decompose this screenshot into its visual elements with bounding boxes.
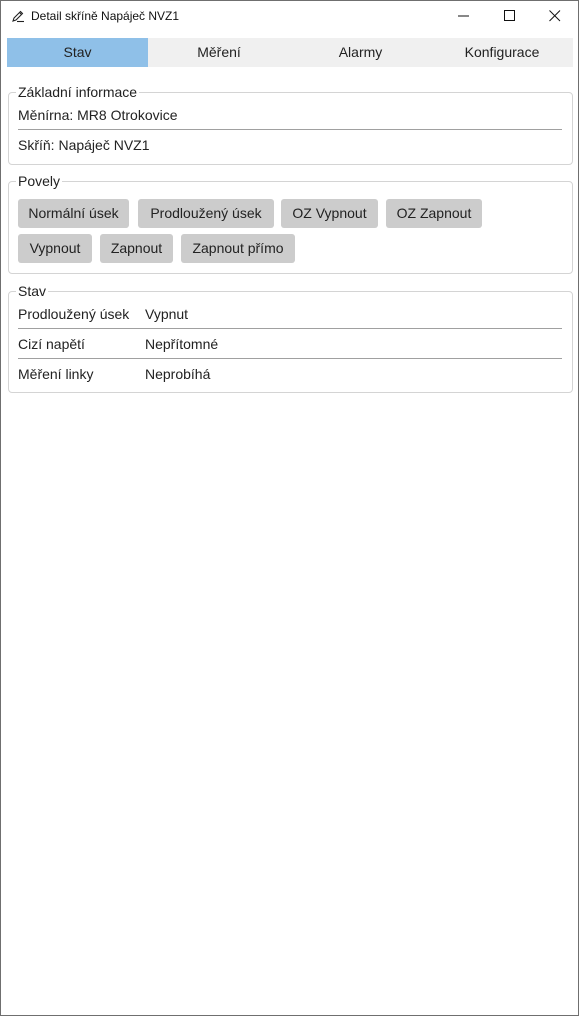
switch-on-button[interactable]: Zapnout (100, 234, 173, 263)
close-icon (549, 10, 561, 22)
maximize-icon (504, 10, 515, 21)
tab-alarmy[interactable]: Alarmy (290, 38, 431, 67)
state-legend: Stav (18, 283, 47, 299)
maximize-button[interactable] (487, 1, 533, 31)
tab-konfigurace[interactable]: Konfigurace (431, 38, 573, 67)
pen-edit-icon (11, 9, 25, 23)
cabinet-label: Skříň: Napáječ NVZ1 (18, 137, 150, 153)
basic-info-legend: Základní informace (18, 84, 138, 100)
tab-stav[interactable]: Stav (7, 38, 148, 67)
substation-label: Měnírna: MR8 Otrokovice (18, 107, 178, 123)
extended-section-button[interactable]: Prodloužený úsek (138, 199, 274, 228)
basic-info-group: Základní informace (8, 85, 573, 165)
state-row-value: Vypnut (145, 306, 189, 322)
normal-section-button[interactable]: Normální úsek (18, 199, 129, 228)
divider (18, 328, 562, 329)
title-bar[interactable]: Detail skříně Napáječ NVZ1 (1, 1, 578, 31)
state-row-label: Cizí napětí (18, 336, 85, 352)
state-row-label: Měření linky (18, 366, 94, 382)
state-row-value: Neprobíhá (145, 366, 211, 382)
divider (18, 358, 562, 359)
switch-on-direct-button[interactable]: Zapnout přímo (181, 234, 295, 263)
switch-off-button[interactable]: Vypnout (18, 234, 92, 263)
tab-bar: Stav Měření Alarmy Konfigurace (7, 38, 573, 67)
close-button[interactable] (532, 1, 578, 31)
state-row-label: Prodloužený úsek (18, 306, 130, 322)
minimize-button[interactable] (441, 1, 487, 31)
window-title: Detail skříně Napáječ NVZ1 (31, 9, 180, 23)
app-window: Detail skříně Napáječ NVZ1 Stav Měření A… (0, 0, 579, 1016)
oz-off-button[interactable]: OZ Vypnout (281, 199, 378, 228)
commands-legend: Povely (18, 173, 61, 189)
minimize-icon (458, 15, 469, 17)
oz-on-button[interactable]: OZ Zapnout (386, 199, 482, 228)
tab-mereni[interactable]: Měření (148, 38, 290, 67)
state-row-value: Nepřítomné (145, 336, 219, 352)
divider (18, 129, 562, 130)
